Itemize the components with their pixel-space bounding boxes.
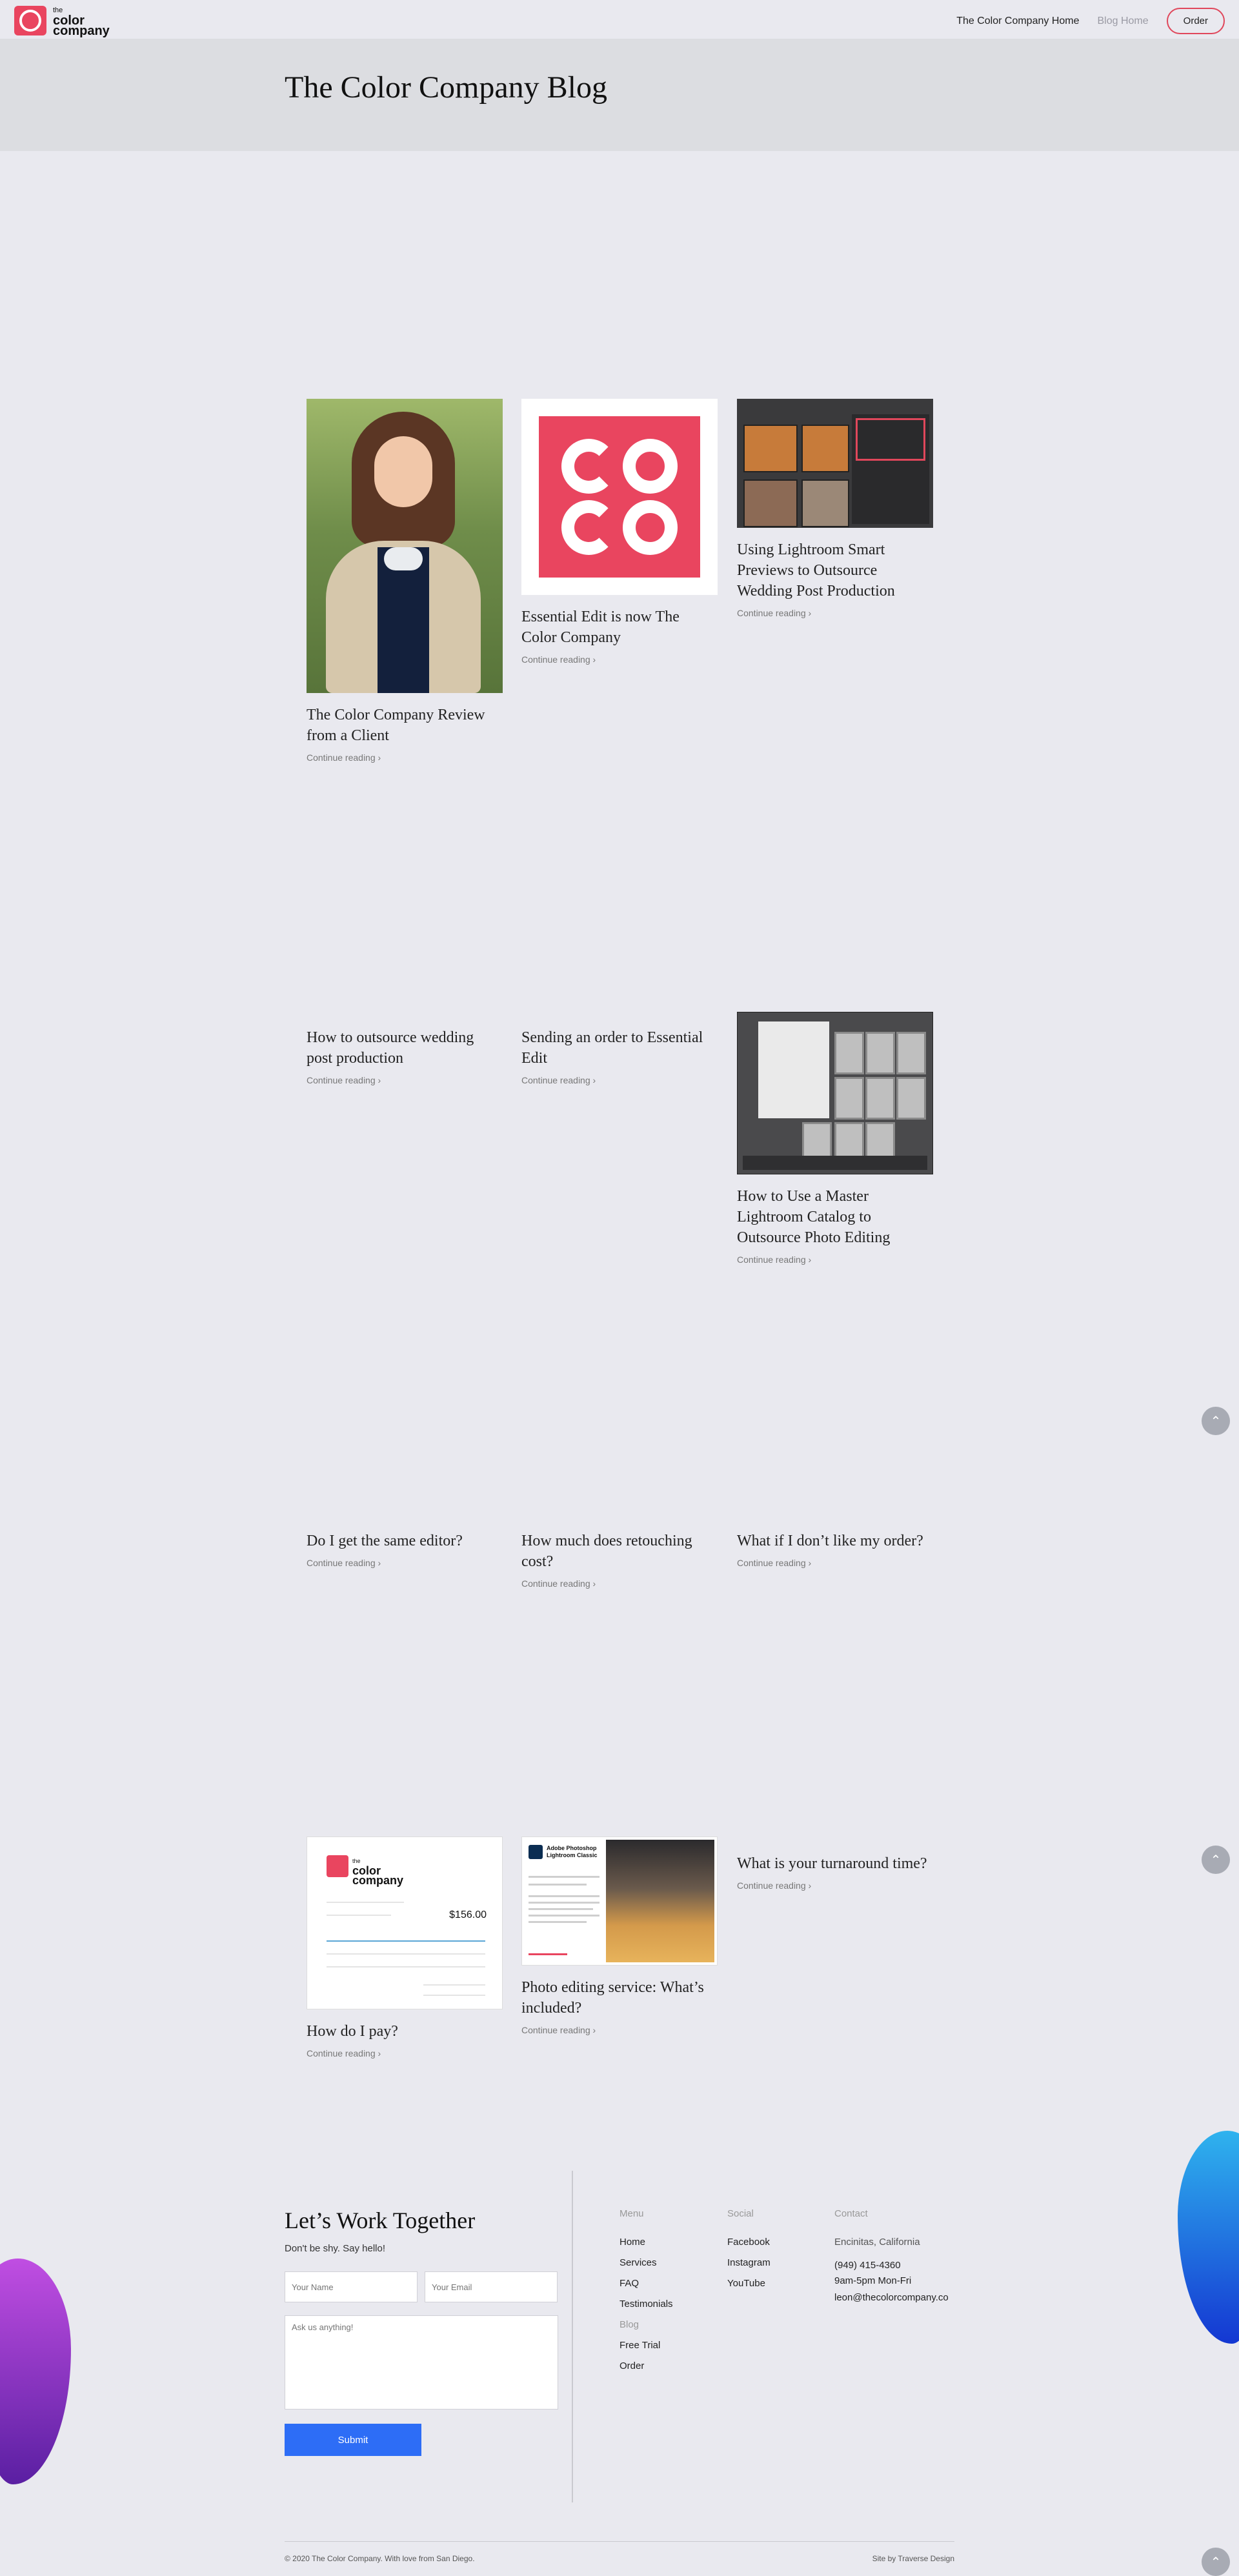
logo-text: the color company bbox=[53, 6, 110, 38]
post-card[interactable]: The Color Company Review from a Client C… bbox=[307, 399, 503, 763]
post-title[interactable]: What if I don’t like my order? bbox=[737, 1531, 933, 1551]
post-card[interactable]: Sending an order to Essential Edit Conti… bbox=[521, 1027, 718, 1085]
nav-home-link[interactable]: The Color Company Home bbox=[956, 15, 1079, 27]
post-card[interactable]: How to Use a Master Lightroom Catalog to… bbox=[737, 1012, 933, 1265]
client-portrait-image[interactable] bbox=[307, 399, 503, 693]
contact-location: Encinitas, California bbox=[834, 2237, 920, 2248]
copyright-text: © 2020 The Color Company. With love from… bbox=[285, 2554, 475, 2563]
invoice-image[interactable]: the color company $156.00 bbox=[307, 1836, 503, 2009]
facebook-link[interactable]: Facebook bbox=[727, 2237, 770, 2248]
page-title: The Color Company Blog bbox=[285, 70, 607, 105]
message-field[interactable] bbox=[285, 2315, 558, 2410]
post-title[interactable]: What is your turnaround time? bbox=[737, 1853, 933, 1874]
email-field[interactable] bbox=[425, 2271, 558, 2302]
post-title[interactable]: Sending an order to Essential Edit bbox=[521, 1027, 718, 1069]
company-logo[interactable]: the color company bbox=[14, 5, 110, 38]
post-card[interactable]: What is your turnaround time? Continue r… bbox=[737, 1853, 933, 1891]
post-card[interactable]: Using Lightroom Smart Previews to Outsou… bbox=[737, 399, 933, 618]
nav-blog-link[interactable]: Blog Home bbox=[1098, 15, 1149, 27]
menu-heading: Menu bbox=[620, 2208, 644, 2219]
footer-link-home[interactable]: Home bbox=[620, 2237, 645, 2248]
post-title[interactable]: The Color Company Review from a Client bbox=[307, 705, 503, 746]
top-navbar: the color company The Color Company Home… bbox=[0, 0, 1239, 39]
continue-reading-link[interactable]: Continue reading › bbox=[737, 1254, 933, 1265]
submit-button[interactable]: Submit bbox=[285, 2424, 421, 2456]
footer-link-services[interactable]: Services bbox=[620, 2257, 657, 2268]
post-card[interactable]: How to outsource wedding post production… bbox=[307, 1027, 503, 1085]
lightroom-ad-image[interactable]: Adobe Photoshop Lightroom Classic bbox=[521, 1836, 718, 1966]
footer-link-free-trial[interactable]: Free Trial bbox=[620, 2340, 660, 2351]
post-card[interactable]: How much does retouching cost? Continue … bbox=[521, 1531, 718, 1589]
contact-phone[interactable]: (949) 415-4360 bbox=[834, 2260, 901, 2271]
continue-reading-link[interactable]: Continue reading › bbox=[737, 1558, 933, 1568]
continue-reading-link[interactable]: Continue reading › bbox=[307, 1558, 503, 1568]
contact-heading: Contact bbox=[834, 2208, 868, 2219]
order-button[interactable]: Order bbox=[1166, 8, 1225, 34]
lightroom-catalog-image[interactable] bbox=[737, 1012, 933, 1174]
ad-title: Adobe Photoshop Lightroom Classic bbox=[547, 1845, 598, 1858]
scroll-to-top-button[interactable]: ⌃ bbox=[1202, 1407, 1230, 1435]
coco-logo-image[interactable] bbox=[521, 399, 718, 595]
post-title[interactable]: How to Use a Master Lightroom Catalog to… bbox=[737, 1186, 933, 1248]
decorative-blob-left bbox=[0, 2259, 71, 2484]
scroll-to-top-button[interactable]: ⌃ bbox=[1202, 1846, 1230, 1874]
footer-link-faq[interactable]: FAQ bbox=[620, 2278, 639, 2289]
continue-reading-link[interactable]: Continue reading › bbox=[521, 2025, 718, 2035]
social-heading: Social bbox=[727, 2208, 754, 2219]
post-card[interactable]: What if I don’t like my order? Continue … bbox=[737, 1531, 933, 1568]
footer-divider bbox=[572, 2171, 573, 2502]
youtube-link[interactable]: YouTube bbox=[727, 2278, 765, 2289]
chevron-up-icon: ⌃ bbox=[1210, 2555, 1222, 2570]
chevron-up-icon: ⌃ bbox=[1210, 1414, 1222, 1429]
footer-subheading: Don't be shy. Say hello! bbox=[285, 2243, 386, 2254]
logo-mark-icon bbox=[14, 6, 46, 35]
footer-heading: Let’s Work Together bbox=[285, 2208, 476, 2233]
continue-reading-link[interactable]: Continue reading › bbox=[521, 654, 718, 665]
instagram-link[interactable]: Instagram bbox=[727, 2257, 771, 2268]
continue-reading-link[interactable]: Continue reading › bbox=[521, 1075, 718, 1085]
post-card[interactable]: the color company $156.00 How do I pay? … bbox=[307, 1836, 503, 2058]
continue-reading-link[interactable]: Continue reading › bbox=[521, 1578, 718, 1589]
main-nav: The Color Company Home Blog Home Order bbox=[956, 8, 1225, 34]
decorative-blob-right bbox=[1178, 2131, 1239, 2344]
footer-link-testimonials[interactable]: Testimonials bbox=[620, 2299, 673, 2309]
contact-email[interactable]: leon@thecolorcompany.co bbox=[834, 2292, 949, 2303]
post-title[interactable]: Essential Edit is now The Color Company bbox=[521, 607, 718, 648]
scroll-to-top-button[interactable]: ⌃ bbox=[1202, 2548, 1230, 2576]
continue-reading-link[interactable]: Continue reading › bbox=[737, 608, 933, 618]
post-card[interactable]: Essential Edit is now The Color Company … bbox=[521, 399, 718, 665]
chevron-up-icon: ⌃ bbox=[1210, 1853, 1222, 1867]
footer-bottom-divider bbox=[285, 2541, 954, 2542]
post-title[interactable]: How much does retouching cost? bbox=[521, 1531, 718, 1572]
continue-reading-link[interactable]: Continue reading › bbox=[737, 1880, 933, 1891]
post-title[interactable]: How do I pay? bbox=[307, 2021, 503, 2042]
lightroom-screenshot-image[interactable] bbox=[737, 399, 933, 528]
site-credit-link[interactable]: Site by Traverse Design bbox=[872, 2554, 954, 2563]
continue-reading-link[interactable]: Continue reading › bbox=[307, 2048, 503, 2058]
post-title[interactable]: How to outsource wedding post production bbox=[307, 1027, 503, 1069]
continue-reading-link[interactable]: Continue reading › bbox=[307, 1075, 503, 1085]
continue-reading-link[interactable]: Continue reading › bbox=[307, 752, 503, 763]
post-card[interactable]: Do I get the same editor? Continue readi… bbox=[307, 1531, 503, 1568]
post-title[interactable]: Photo editing service: What’s included? bbox=[521, 1977, 718, 2018]
post-title[interactable]: Using Lightroom Smart Previews to Outsou… bbox=[737, 539, 933, 601]
name-field[interactable] bbox=[285, 2271, 418, 2302]
post-card[interactable]: Adobe Photoshop Lightroom Classic Photo … bbox=[521, 1836, 718, 2035]
footer-link-blog[interactable]: Blog bbox=[620, 2319, 639, 2330]
footer-link-order[interactable]: Order bbox=[620, 2360, 644, 2371]
post-title[interactable]: Do I get the same editor? bbox=[307, 1531, 503, 1551]
invoice-total: $156.00 bbox=[449, 1909, 487, 1920]
page-banner: The Color Company Blog bbox=[0, 39, 1239, 151]
contact-hours: 9am-5pm Mon-Fri bbox=[834, 2275, 912, 2286]
